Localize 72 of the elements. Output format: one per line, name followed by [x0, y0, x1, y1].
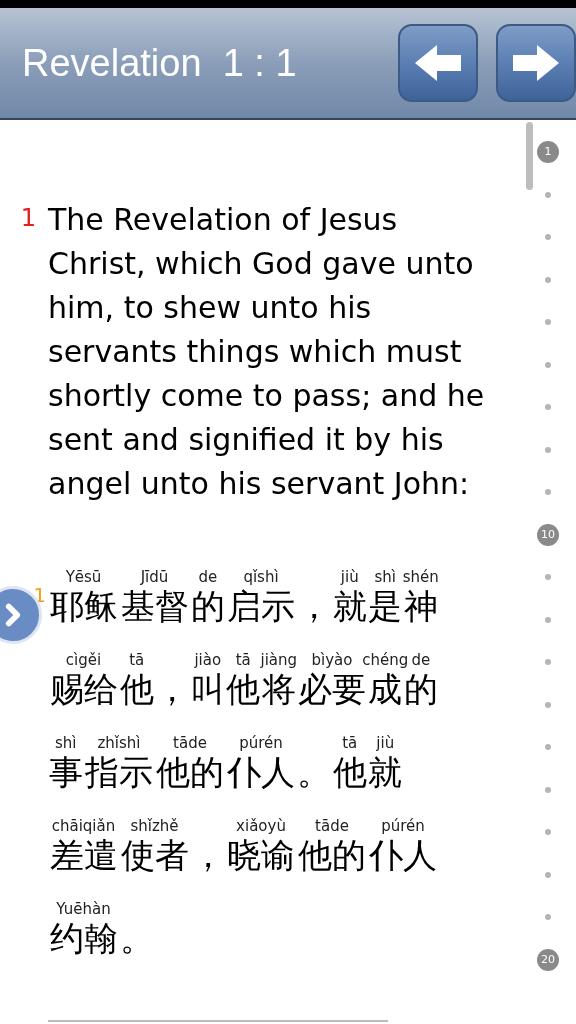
verse-marker[interactable]: 1 — [537, 141, 559, 164]
pinyin-text: tā — [235, 651, 251, 669]
pinyin-text: tā — [342, 734, 358, 752]
hanzi-text: 是 — [368, 586, 403, 626]
pinyin-text: shén — [402, 568, 439, 586]
hanzi-text: 叫 — [190, 669, 225, 709]
hanzi-text: 。 — [119, 918, 154, 958]
verse-text: The Revelation of Jesus Christ, which God gave unto him, to shew unto his servants things which must shortly come to pass; and he sent and signified it by his angel unto his servant John: — [48, 201, 486, 503]
hanzi-text: ， — [297, 586, 332, 626]
hanzi-text: 赐给 — [49, 669, 118, 709]
hanzi-text: 他的 — [298, 835, 366, 875]
hanzi-text: 事 — [48, 752, 83, 792]
hanzi-text: 耶稣 — [49, 586, 118, 626]
hanzi-text: 他 — [226, 669, 261, 709]
expand-button[interactable] — [0, 586, 42, 644]
hanzi-text: 。 — [297, 752, 332, 792]
pinyin-text: tāde — [315, 817, 349, 835]
hanzi-text: 启示 — [227, 586, 295, 626]
hanzi-text: 神 — [403, 586, 438, 626]
right-arrow-icon — [511, 43, 561, 83]
hanzi-text: ， — [155, 669, 190, 709]
hanzi-text: 必要 — [298, 669, 366, 709]
hanzi-text: 就 — [332, 586, 367, 626]
hanzi-text: 就 — [368, 752, 403, 792]
pinyin-text: cìgěi — [65, 651, 102, 669]
hanzi-text: 仆人 — [369, 835, 437, 875]
pinyin-text: de — [411, 651, 431, 669]
pinyin-text: púrén — [381, 817, 425, 835]
pinyin-text: xiǎoyù — [236, 817, 286, 835]
pinyin-text: Yuēhàn — [56, 900, 111, 918]
hanzi-text: 的 — [403, 669, 438, 709]
hanzi-text: 指示 — [85, 752, 153, 792]
pinyin-text: chéng — [362, 651, 409, 669]
hanzi-text: 的 — [190, 586, 225, 626]
verse-marker[interactable]: 10 — [537, 523, 559, 546]
left-arrow-icon — [413, 43, 463, 83]
verse-marker[interactable]: 20 — [537, 948, 559, 971]
pinyin-text: de — [198, 568, 218, 586]
pinyin-text: jiù — [340, 568, 359, 586]
pinyin-text: púrén — [239, 734, 283, 752]
hanzi-text: 差遣 — [49, 835, 118, 875]
hanzi-text: 基督 — [120, 586, 189, 626]
pinyin-text: shǐzhě — [130, 817, 179, 835]
pinyin-text: Yēsū — [65, 568, 102, 586]
verse-number: 1 — [33, 584, 46, 609]
pinyin-text: shì — [55, 734, 77, 752]
next-button[interactable] — [496, 24, 576, 102]
pinyin-text: tā — [129, 651, 145, 669]
hanzi-text: 约翰 — [49, 918, 118, 958]
pinyin-text: chāiqiǎn — [51, 817, 116, 835]
pinyin-text: shì — [374, 568, 396, 586]
pinyin-text: zhǐshì — [97, 734, 141, 752]
scrollbar-thumb[interactable] — [526, 122, 533, 190]
hanzi-text: 他 — [119, 669, 154, 709]
hanzi-text: ， — [190, 835, 225, 875]
verse-number: 1 — [20, 203, 36, 234]
pinyin-text: jiù — [376, 734, 395, 752]
pinyin-text: Jīdū — [140, 568, 169, 586]
pinyin-text: jiàng — [260, 651, 298, 669]
hanzi-text: 晓谕 — [227, 835, 295, 875]
hanzi-text: 仆人 — [227, 752, 295, 792]
chapter-title: Revelation 1 : 1 — [22, 40, 298, 86]
pinyin-text: tāde — [173, 734, 207, 752]
pinyin-text: bìyào — [311, 651, 353, 669]
hanzi-text: 使者 — [120, 835, 189, 875]
pinyin-text: qǐshì — [243, 568, 279, 586]
previous-button[interactable] — [398, 24, 478, 102]
hanzi-text: 他的 — [156, 752, 224, 792]
pinyin-text: jiào — [194, 651, 222, 669]
hanzi-text: 将 — [261, 669, 296, 709]
hanzi-text: 成 — [368, 669, 403, 709]
hanzi-text: 他 — [332, 752, 367, 792]
